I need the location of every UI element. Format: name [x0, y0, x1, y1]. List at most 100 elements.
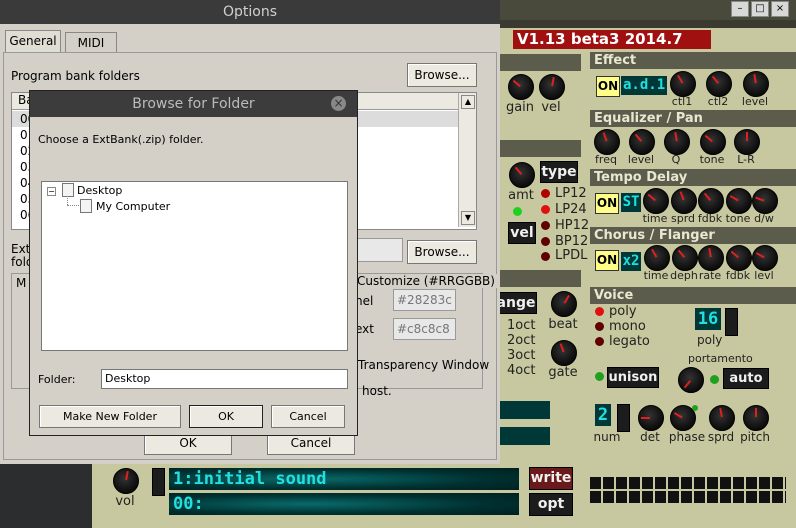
ext-label-partial: Ext	[11, 242, 31, 256]
eq-q-knob[interactable]	[664, 129, 690, 155]
list-scrollbar[interactable]: ▲ ▼	[458, 93, 476, 227]
beat-label: beat	[548, 317, 578, 332]
panel-color-field[interactable]: #28283c	[393, 289, 456, 311]
eq-header: Equalizer / Pan	[590, 110, 796, 127]
ext-folder-field[interactable]	[356, 238, 403, 262]
eq-tone-knob[interactable]	[700, 129, 726, 155]
filter-green-led[interactable]	[513, 207, 522, 216]
eq-freq-knob[interactable]	[594, 129, 620, 155]
delay-sprd-knob[interactable]	[671, 188, 697, 214]
auto-button[interactable]: auto	[723, 368, 769, 389]
program-name-display[interactable]: 1:initial sound	[169, 468, 519, 490]
pitch-knob[interactable]	[743, 405, 769, 431]
make-new-folder-button[interactable]: Make New Folder	[39, 405, 181, 428]
keyboard-strip[interactable]	[590, 477, 786, 503]
range-button[interactable]: ange	[495, 292, 537, 314]
portamento-knob[interactable]	[678, 367, 704, 393]
lcd-partial-1	[500, 401, 550, 419]
filter-type-button[interactable]: type	[540, 161, 578, 183]
voice-sprd-knob[interactable]	[709, 405, 735, 431]
chorus-time-knob[interactable]	[644, 245, 670, 271]
text-color-field[interactable]: #c8c8c8	[393, 318, 456, 340]
bp12-led[interactable]	[541, 237, 550, 246]
chorus-depth-knob[interactable]	[672, 245, 698, 271]
beat-knob[interactable]	[551, 291, 577, 317]
amt-knob[interactable]	[509, 162, 535, 188]
browse-bank-button[interactable]: Browse...	[407, 63, 477, 87]
effect-name-display[interactable]: a.d.1	[621, 76, 667, 95]
auto-led[interactable]	[710, 375, 719, 384]
delay-header: Tempo Delay	[590, 169, 796, 186]
browse-ext-button[interactable]: Browse...	[407, 240, 477, 264]
lp24-led[interactable]	[541, 205, 550, 214]
filter-vel-button[interactable]: vel	[508, 222, 536, 244]
delay-mode-display[interactable]: ST	[621, 193, 641, 212]
vel-label: vel	[541, 100, 561, 115]
browse-title: Browse for Folder	[30, 91, 357, 117]
scroll-down-icon[interactable]: ▼	[461, 211, 475, 225]
keyboard-keys-top	[590, 477, 786, 489]
program-sub-display[interactable]: 00:	[169, 493, 519, 515]
oct4-label[interactable]: 4oct	[507, 363, 535, 378]
eq-pan-knob[interactable]	[734, 129, 760, 155]
scroll-up-icon[interactable]: ▲	[461, 95, 475, 109]
delay-on-button[interactable]: ON	[595, 193, 619, 214]
num-spin[interactable]	[617, 404, 630, 432]
lpdl-led[interactable]	[541, 252, 550, 261]
tree-item-my-computer[interactable]: My Computer	[96, 200, 170, 213]
chorus-rate-knob[interactable]	[698, 245, 724, 271]
ctl2-knob[interactable]	[706, 71, 732, 97]
write-button[interactable]: write	[529, 467, 573, 490]
chorus-on-button[interactable]: ON	[595, 250, 619, 271]
folder-tree[interactable]: − Desktop My Computer	[41, 181, 348, 351]
chorus-level-knob[interactable]	[752, 245, 778, 271]
close-button[interactable]: ×	[771, 1, 789, 17]
close-icon[interactable]: ×	[331, 96, 346, 111]
phase-led	[692, 405, 698, 411]
minimize-button[interactable]: –	[731, 1, 749, 17]
detune-knob[interactable]	[638, 405, 664, 431]
poly-count-display[interactable]: 16	[695, 308, 721, 330]
delay-dw-knob[interactable]	[752, 188, 778, 214]
eq-level-knob[interactable]	[629, 129, 655, 155]
lcd-partial-2	[500, 427, 550, 445]
unison-led[interactable]	[595, 372, 604, 381]
poly-led[interactable]	[595, 307, 604, 316]
options-title: Options	[0, 0, 500, 24]
mono-led[interactable]	[595, 322, 604, 331]
oct2-label[interactable]: 2oct	[507, 333, 535, 348]
browse-cancel-button[interactable]: Cancel	[271, 405, 345, 428]
gain-knob[interactable]	[508, 74, 534, 100]
folder-input[interactable]: Desktop	[101, 369, 348, 389]
ctl1-knob[interactable]	[670, 71, 696, 97]
program-spin[interactable]	[152, 468, 165, 496]
tree-item-desktop[interactable]: Desktop	[77, 184, 122, 197]
legato-led[interactable]	[595, 337, 604, 346]
delay-fdbk-knob[interactable]	[698, 188, 724, 214]
browse-ok-button[interactable]: OK	[189, 405, 263, 428]
vel-knob[interactable]	[539, 74, 565, 100]
oct1-label[interactable]: 1oct	[507, 318, 535, 333]
effect-level-knob[interactable]	[743, 71, 769, 97]
collapse-icon[interactable]: −	[47, 187, 56, 196]
maximize-button[interactable]: □	[751, 1, 769, 17]
delay-time-knob[interactable]	[643, 188, 669, 214]
volume-knob[interactable]	[113, 468, 139, 494]
poly-spin[interactable]	[725, 308, 738, 336]
effect-on-button[interactable]: ON	[596, 76, 620, 97]
unison-button[interactable]: unison	[607, 367, 659, 388]
opt-button[interactable]: opt	[529, 493, 573, 516]
computer-icon	[80, 199, 92, 213]
gate-knob[interactable]	[551, 340, 577, 366]
tab-midi[interactable]: MIDI	[65, 32, 117, 53]
delay-tone-knob[interactable]	[726, 188, 752, 214]
lp12-led[interactable]	[541, 189, 550, 198]
hp12-led[interactable]	[541, 221, 550, 230]
bp12-label: BP12	[555, 234, 589, 249]
ctl2-label: ctl2	[707, 95, 729, 108]
tab-general[interactable]: General	[5, 30, 61, 53]
num-display[interactable]: 2	[595, 404, 611, 426]
transparency-label[interactable]: Transparency Window	[358, 358, 489, 372]
chorus-fdbk-knob[interactable]	[726, 245, 752, 271]
oct3-label[interactable]: 3oct	[507, 348, 535, 363]
